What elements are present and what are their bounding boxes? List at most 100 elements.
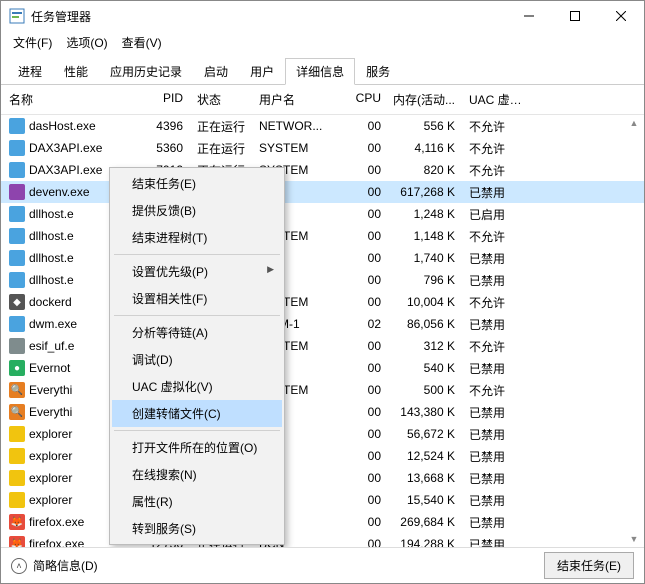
fewer-details-button[interactable]: ˄ 简略信息(D) (11, 557, 98, 574)
process-list[interactable]: dasHost.exe4396正在运行NETWOR...00556 K不允许DA… (1, 115, 644, 547)
context-menu-item[interactable]: 提供反馈(B) (112, 197, 282, 224)
column-headers[interactable]: 名称 PID 状态 用户名 CPU 内存(活动... UAC 虚拟化 (1, 85, 644, 115)
cell-pid: 4396 (139, 119, 189, 133)
context-menu-item[interactable]: 分析等待链(A) (112, 319, 282, 346)
scroll-down-icon[interactable]: ▼ (626, 531, 642, 547)
tab[interactable]: 应用历史记录 (99, 58, 193, 85)
cell-mem: 1,740 K (387, 251, 461, 265)
app-icon (9, 8, 25, 24)
table-row[interactable]: explorer正在运行BCN0012,524 K已禁用 (1, 445, 644, 467)
close-button[interactable] (598, 1, 644, 31)
col-user[interactable]: 用户名 (259, 91, 343, 108)
context-menu-item[interactable]: 设置优先级(P) (112, 258, 282, 285)
minimize-button[interactable] (506, 1, 552, 31)
tab[interactable]: 进程 (7, 58, 53, 85)
process-name: explorer (29, 427, 72, 441)
tab[interactable]: 性能 (53, 58, 99, 85)
context-menu-item[interactable]: 转到服务(S) (112, 515, 282, 542)
cell-cpu: 00 (343, 361, 387, 375)
process-icon (9, 448, 25, 464)
process-name: Everythi (29, 383, 72, 397)
cell-mem: 12,524 K (387, 449, 461, 463)
context-menu-item[interactable]: UAC 虚拟化(V) (112, 373, 282, 400)
process-name: dwm.exe (29, 317, 77, 331)
cell-cpu: 00 (343, 163, 387, 177)
col-pid[interactable]: PID (139, 91, 189, 108)
cell-uac: 已启用 (461, 206, 531, 223)
table-row[interactable]: devenv.exe13160正在运行BCN00617,268 K已禁用 (1, 181, 644, 203)
context-menu-item[interactable]: 调试(D) (112, 346, 282, 373)
cell-cpu: 00 (343, 383, 387, 397)
col-status[interactable]: 状态 (189, 91, 259, 108)
menu-separator (114, 254, 280, 255)
col-mem[interactable]: 内存(活动... (387, 91, 461, 108)
process-icon: 🔍 (9, 404, 25, 420)
table-row[interactable]: DAX3API.exe5360正在运行SYSTEM004,116 K不允许 (1, 137, 644, 159)
context-menu-item[interactable]: 创建转储文件(C) (112, 400, 282, 427)
vertical-scrollbar[interactable]: ▲ ▼ (626, 115, 642, 547)
process-name: explorer (29, 493, 72, 507)
table-row[interactable]: 🦊firefox.exe正在运行BCN00269,684 K已禁用 (1, 511, 644, 533)
table-row[interactable]: explorer正在运行BCN0015,540 K已禁用 (1, 489, 644, 511)
context-menu-item[interactable]: 结束任务(E) (112, 170, 282, 197)
table-row[interactable]: ◆dockerd正在运行SYSTEM0010,004 K不允许 (1, 291, 644, 313)
process-icon (9, 206, 25, 222)
table-row[interactable]: 🦊firefox.exe12736正在运行BCN00194,288 K已禁用 (1, 533, 644, 547)
process-name: Evernot (29, 361, 70, 375)
cell-cpu: 00 (343, 251, 387, 265)
context-menu-item[interactable]: 在线搜索(N) (112, 461, 282, 488)
table-row[interactable]: dllhost.e正在运行BCN001,740 K已禁用 (1, 247, 644, 269)
tab[interactable]: 服务 (355, 58, 401, 85)
process-name: devenv.exe (29, 185, 90, 199)
table-row[interactable]: dasHost.exe4396正在运行NETWOR...00556 K不允许 (1, 115, 644, 137)
process-icon: ● (9, 360, 25, 376)
table-row[interactable]: ●Evernot正在运行BCN00540 K已禁用 (1, 357, 644, 379)
menu-item[interactable]: 选项(O) (60, 32, 113, 53)
cell-cpu: 00 (343, 471, 387, 485)
process-name: dllhost.e (29, 207, 74, 221)
scroll-up-icon[interactable]: ▲ (626, 115, 642, 131)
table-row[interactable]: dllhost.e正在运行BCN00796 K已禁用 (1, 269, 644, 291)
table-row[interactable]: dwm.exe正在运行DWM-10286,056 K已禁用 (1, 313, 644, 335)
table-row[interactable]: explorer正在运行BCN0056,672 K已禁用 (1, 423, 644, 445)
table-row[interactable]: dllhost.e正在运行BCN001,248 K已启用 (1, 203, 644, 225)
table-row[interactable]: explorer正在运行BCN0013,668 K已禁用 (1, 467, 644, 489)
cell-user: SYSTEM (259, 141, 343, 155)
menu-item[interactable]: 查看(V) (116, 32, 168, 53)
cell-mem: 1,148 K (387, 229, 461, 243)
cell-mem: 556 K (387, 119, 461, 133)
context-menu-item[interactable]: 结束进程树(T) (112, 224, 282, 251)
table-row[interactable]: 🔍Everythi正在运行BCN00143,380 K已禁用 (1, 401, 644, 423)
table-row[interactable]: dllhost.e正在运行SYSTEM001,148 K不允许 (1, 225, 644, 247)
table-row[interactable]: DAX3API.exe7912正在运行SYSTEM00820 K不允许 (1, 159, 644, 181)
end-task-button[interactable]: 结束任务(E) (544, 552, 634, 579)
context-menu-item[interactable]: 属性(R) (112, 488, 282, 515)
process-name: DAX3API.exe (29, 141, 102, 155)
table-row[interactable]: esif_uf.e正在运行SYSTEM00312 K不允许 (1, 335, 644, 357)
process-name: explorer (29, 471, 72, 485)
process-icon (9, 140, 25, 156)
tab[interactable]: 用户 (239, 58, 285, 85)
tab[interactable]: 启动 (193, 58, 239, 85)
maximize-button[interactable] (552, 1, 598, 31)
col-cpu[interactable]: CPU (343, 91, 387, 108)
cell-mem: 820 K (387, 163, 461, 177)
context-menu-item[interactable]: 设置相关性(F) (112, 285, 282, 312)
menu-item[interactable]: 文件(F) (7, 32, 58, 53)
col-uac[interactable]: UAC 虚拟化 (461, 91, 531, 108)
cell-cpu: 00 (343, 449, 387, 463)
cell-cpu: 00 (343, 427, 387, 441)
fewer-details-label: 简略信息(D) (33, 557, 98, 574)
tab[interactable]: 详细信息 (285, 58, 355, 85)
cell-status: 正在运行 (189, 118, 259, 135)
process-icon (9, 184, 25, 200)
cell-uac: 已禁用 (461, 514, 531, 531)
process-name: dllhost.e (29, 229, 74, 243)
footer: ˄ 简略信息(D) 结束任务(E) (1, 547, 644, 583)
titlebar: 任务管理器 (1, 1, 644, 31)
cell-mem: 4,116 K (387, 141, 461, 155)
context-menu-item[interactable]: 打开文件所在的位置(O) (112, 434, 282, 461)
table-row[interactable]: 🔍Everythi正在运行SYSTEM00500 K不允许 (1, 379, 644, 401)
col-name[interactable]: 名称 (9, 91, 139, 108)
tab-strip: 进程性能应用历史记录启动用户详细信息服务 (1, 57, 644, 85)
